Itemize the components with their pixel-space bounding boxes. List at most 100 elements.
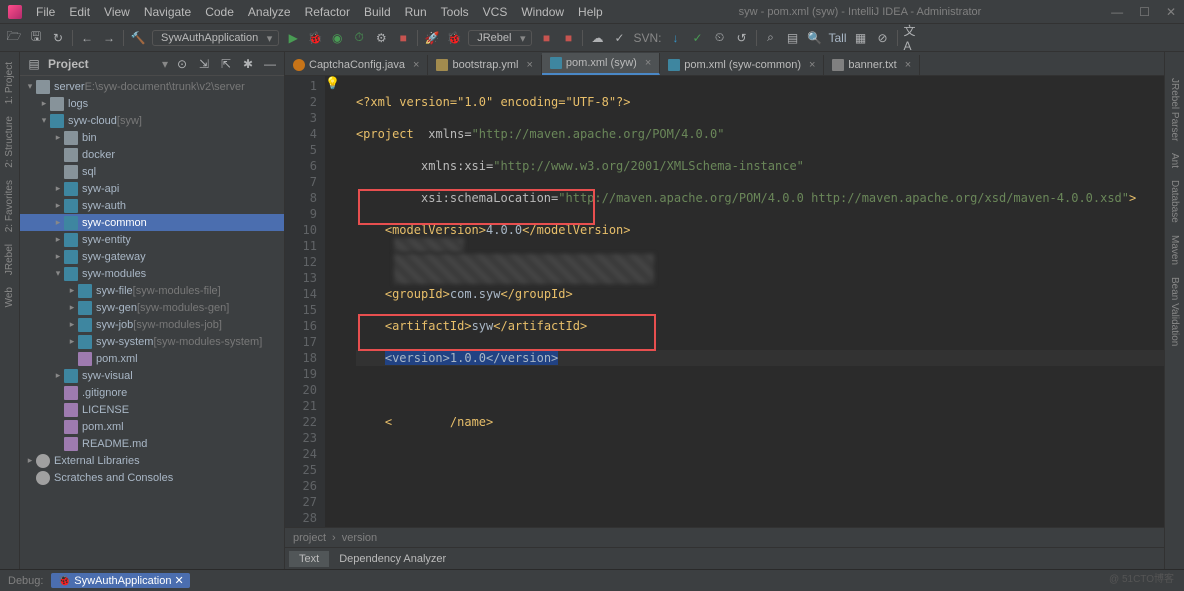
structure-icon[interactable]: ▤ bbox=[785, 30, 801, 46]
svn-commit-icon[interactable]: ✓ bbox=[690, 30, 706, 46]
jrebel-stop2-icon[interactable]: ■ bbox=[560, 30, 576, 46]
tree-item-syw-gateway[interactable]: ▸syw-gateway bbox=[20, 248, 284, 265]
tab-close-icon[interactable]: × bbox=[645, 57, 651, 69]
search-everywhere-icon[interactable]: 🔍 bbox=[807, 30, 823, 46]
menu-refactor[interactable]: Refactor bbox=[299, 3, 356, 21]
presentation-icon[interactable]: ▦ bbox=[853, 30, 869, 46]
left-tab-jrebel[interactable]: JRebel bbox=[2, 238, 17, 281]
right-tab-maven[interactable]: Maven bbox=[1167, 229, 1182, 271]
menu-analyze[interactable]: Analyze bbox=[242, 3, 297, 21]
hide-icon[interactable]: — bbox=[262, 56, 278, 72]
tree-item-syw-api[interactable]: ▸syw-api bbox=[20, 180, 284, 197]
run-icon[interactable]: ▶ bbox=[285, 30, 301, 46]
tab-close-icon[interactable]: × bbox=[526, 59, 532, 71]
bottom-tab-dependency-analyzer[interactable]: Dependency Analyzer bbox=[329, 551, 456, 567]
editor-tab-pom-xml--syw-[interactable]: pom.xml (syw)× bbox=[542, 53, 660, 75]
vcs-commit-icon[interactable]: ✓ bbox=[611, 30, 627, 46]
tree-item-scratches-and-consoles[interactable]: Scratches and Consoles bbox=[20, 469, 284, 486]
jrebel-stop1-icon[interactable]: ■ bbox=[538, 30, 554, 46]
tab-close-icon[interactable]: × bbox=[413, 59, 419, 71]
jrebel-run-icon[interactable]: 🚀 bbox=[424, 30, 440, 46]
tree-item-syw-gen[interactable]: ▸syw-gen [syw-modules-gen] bbox=[20, 299, 284, 316]
vcs-cloud-icon[interactable]: ☁ bbox=[589, 30, 605, 46]
left-tab----project[interactable]: 1: Project bbox=[2, 56, 17, 110]
editor-tab-pom-xml--syw-common-[interactable]: pom.xml (syw-common)× bbox=[660, 55, 824, 75]
refresh-icon[interactable]: ↻ bbox=[50, 30, 66, 46]
editor-tab-banner-txt[interactable]: banner.txt× bbox=[824, 55, 920, 75]
stop-icon[interactable]: ■ bbox=[395, 30, 411, 46]
tree-item-syw-common[interactable]: ▸syw-common bbox=[20, 214, 284, 231]
close-icon[interactable]: ✕ bbox=[1166, 5, 1176, 19]
find-icon[interactable]: ⌕ bbox=[763, 30, 779, 46]
jrebel-dropdown[interactable]: JRebel bbox=[468, 30, 532, 46]
jrebel-debug-icon[interactable]: 🐞 bbox=[446, 30, 462, 46]
project-tree[interactable]: ▾server E:\syw-document\trunk\v2\server▸… bbox=[20, 76, 284, 569]
tab-close-icon[interactable]: × bbox=[905, 59, 911, 71]
bottom-tab-text[interactable]: Text bbox=[289, 551, 329, 567]
tree-item-server[interactable]: ▾server E:\syw-document\trunk\v2\server bbox=[20, 78, 284, 95]
left-tab----structure[interactable]: 2: Structure bbox=[2, 110, 17, 174]
svn-history-icon[interactable]: ⏲ bbox=[712, 30, 728, 46]
tree-item-syw-entity[interactable]: ▸syw-entity bbox=[20, 231, 284, 248]
collapse-icon[interactable]: ⇱ bbox=[218, 56, 234, 72]
tree-item-docker[interactable]: docker bbox=[20, 146, 284, 163]
code-editor[interactable]: 1234567891011121314151617181920212223242… bbox=[285, 76, 1164, 527]
tree-item-external-libraries[interactable]: ▸External Libraries bbox=[20, 452, 284, 469]
tree-item-bin[interactable]: ▸bin bbox=[20, 129, 284, 146]
settings-icon[interactable]: ✱ bbox=[240, 56, 256, 72]
tree-item-syw-cloud[interactable]: ▾syw-cloud [syw] bbox=[20, 112, 284, 129]
left-tab----favorites[interactable]: 2: Favorites bbox=[2, 174, 17, 238]
status-run-config[interactable]: 🐞 SywAuthApplication ✕ bbox=[51, 573, 189, 588]
tree-item-readme-md[interactable]: README.md bbox=[20, 435, 284, 452]
editor-tab-captchaconfig-java[interactable]: CaptchaConfig.java× bbox=[285, 55, 428, 75]
menu-window[interactable]: Window bbox=[515, 3, 570, 21]
menu-build[interactable]: Build bbox=[358, 3, 397, 21]
menu-help[interactable]: Help bbox=[572, 3, 609, 21]
left-tab-web[interactable]: Web bbox=[2, 281, 17, 313]
debug-icon[interactable]: 🐞 bbox=[307, 30, 323, 46]
tree-item-sql[interactable]: sql bbox=[20, 163, 284, 180]
menu-edit[interactable]: Edit bbox=[63, 3, 96, 21]
menu-file[interactable]: File bbox=[30, 3, 61, 21]
tree-item-license[interactable]: LICENSE bbox=[20, 401, 284, 418]
expand-icon[interactable]: ⇲ bbox=[196, 56, 212, 72]
run-configuration-dropdown[interactable]: SywAuthApplication bbox=[152, 30, 279, 46]
forward-icon[interactable]: → bbox=[101, 30, 117, 46]
translate-icon[interactable]: 文A bbox=[904, 30, 920, 46]
tree-item-pom-xml[interactable]: pom.xml bbox=[20, 418, 284, 435]
coverage-icon[interactable]: ◉ bbox=[329, 30, 345, 46]
right-tab-bean-validation[interactable]: Bean Validation bbox=[1167, 271, 1182, 352]
build-icon[interactable]: 🔨 bbox=[130, 30, 146, 46]
tree-item-logs[interactable]: ▸logs bbox=[20, 95, 284, 112]
breadcrumb[interactable]: project › version bbox=[285, 527, 1164, 547]
maximize-icon[interactable]: ☐ bbox=[1139, 5, 1150, 19]
attach-icon[interactable]: ⚙ bbox=[373, 30, 389, 46]
back-icon[interactable]: ← bbox=[79, 30, 95, 46]
tree-item-pom-xml[interactable]: pom.xml bbox=[20, 350, 284, 367]
project-dropdown-icon[interactable]: ▾ bbox=[162, 57, 168, 71]
right-tab-database[interactable]: Database bbox=[1167, 174, 1182, 229]
tree-item-syw-auth[interactable]: ▸syw-auth bbox=[20, 197, 284, 214]
tree-item--gitignore[interactable]: .gitignore bbox=[20, 384, 284, 401]
code-content[interactable]: <?xml version="1.0" encoding="UTF-8"?> <… bbox=[340, 76, 1164, 527]
select-opened-icon[interactable]: ⊙ bbox=[174, 56, 190, 72]
editor-tab-bootstrap-yml[interactable]: bootstrap.yml× bbox=[428, 55, 541, 75]
tree-item-syw-file[interactable]: ▸syw-file [syw-modules-file] bbox=[20, 282, 284, 299]
tree-item-syw-system[interactable]: ▸syw-system [syw-modules-system] bbox=[20, 333, 284, 350]
menu-navigate[interactable]: Navigate bbox=[138, 3, 197, 21]
right-tab-ant[interactable]: Ant bbox=[1167, 147, 1182, 174]
right-tab-jrebel-parser[interactable]: JRebel Parser bbox=[1167, 72, 1182, 147]
menu-vcs[interactable]: VCS bbox=[477, 3, 514, 21]
unknown-icon[interactable]: ⊘ bbox=[875, 30, 891, 46]
tab-close-icon[interactable]: × bbox=[809, 59, 815, 71]
svn-revert-icon[interactable]: ↺ bbox=[734, 30, 750, 46]
tree-item-syw-job[interactable]: ▸syw-job [syw-modules-job] bbox=[20, 316, 284, 333]
intention-bulb-icon[interactable]: 💡 bbox=[325, 76, 340, 527]
menu-run[interactable]: Run bbox=[399, 3, 433, 21]
svn-update-icon[interactable]: ↓ bbox=[668, 30, 684, 46]
tree-item-syw-modules[interactable]: ▾syw-modules bbox=[20, 265, 284, 282]
menu-tools[interactable]: Tools bbox=[435, 3, 475, 21]
profile-icon[interactable]: ⏱ bbox=[351, 30, 367, 46]
open-icon[interactable]: 🗁 bbox=[6, 30, 22, 46]
menu-view[interactable]: View bbox=[98, 3, 136, 21]
